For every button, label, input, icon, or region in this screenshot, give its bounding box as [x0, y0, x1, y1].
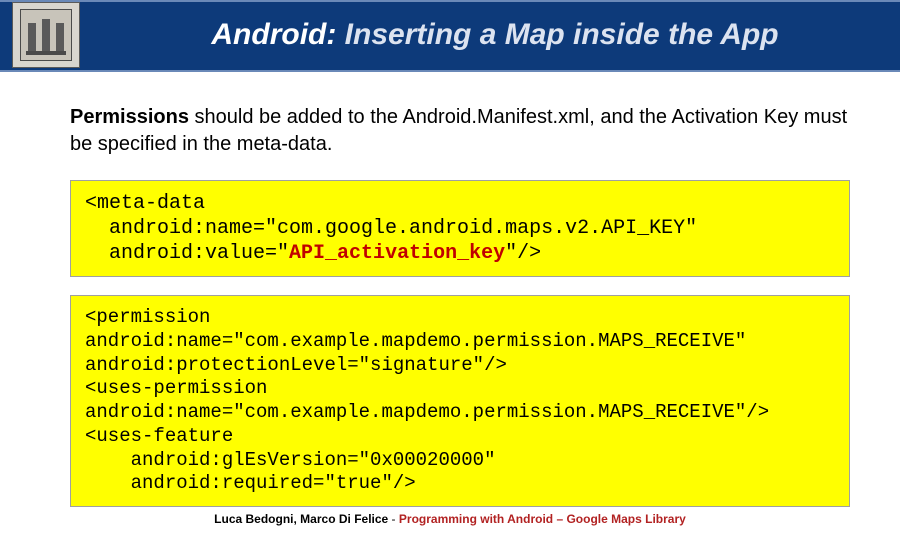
code1-key: API_activation_key — [289, 242, 505, 265]
code-block-permissions: <permission android:name="com.example.ma… — [70, 295, 850, 507]
seal-inner — [20, 9, 72, 61]
university-seal-icon — [12, 2, 80, 68]
code2-l7: android:glEsVersion="0x00020000" — [85, 449, 495, 471]
footer-sep: - — [388, 512, 399, 526]
footer-authors: Luca Bedogni, Marco Di Felice — [214, 512, 388, 526]
title-rest: Inserting a Map inside the App — [336, 18, 778, 51]
title-prefix: Android: — [211, 18, 336, 51]
code1-l2: android:name="com.google.android.maps.v2… — [85, 217, 697, 240]
code2-l1: <permission — [85, 306, 210, 328]
slide-title: Android: Inserting a Map inside the App — [110, 18, 880, 52]
code2-l6: <uses-feature — [85, 425, 233, 447]
footer-course: Programming with Android – Google Maps L… — [399, 512, 686, 526]
code2-l5: android:name="com.example.mapdemo.permis… — [85, 401, 769, 423]
code2-l2: android:name="com.example.mapdemo.permis… — [85, 330, 746, 352]
code2-l3: android:protectionLevel="signature"/> — [85, 354, 507, 376]
code2-l8: android:required="true"/> — [85, 472, 416, 494]
intro-bold: Permissions — [70, 106, 189, 128]
code1-l3b: "/> — [505, 242, 541, 265]
footer: Luca Bedogni, Marco Di Felice - Programm… — [0, 512, 900, 526]
intro-text: Permissions should be added to the Andro… — [70, 104, 850, 158]
code-block-metadata: <meta-data android:name="com.google.andr… — [70, 180, 850, 277]
seal-svg-icon — [24, 13, 68, 57]
body: Permissions should be added to the Andro… — [70, 104, 850, 525]
code1-l1: <meta-data — [85, 192, 205, 215]
code1-l3a: android:value=" — [85, 242, 289, 265]
code2-l4: <uses-permission — [85, 377, 267, 399]
